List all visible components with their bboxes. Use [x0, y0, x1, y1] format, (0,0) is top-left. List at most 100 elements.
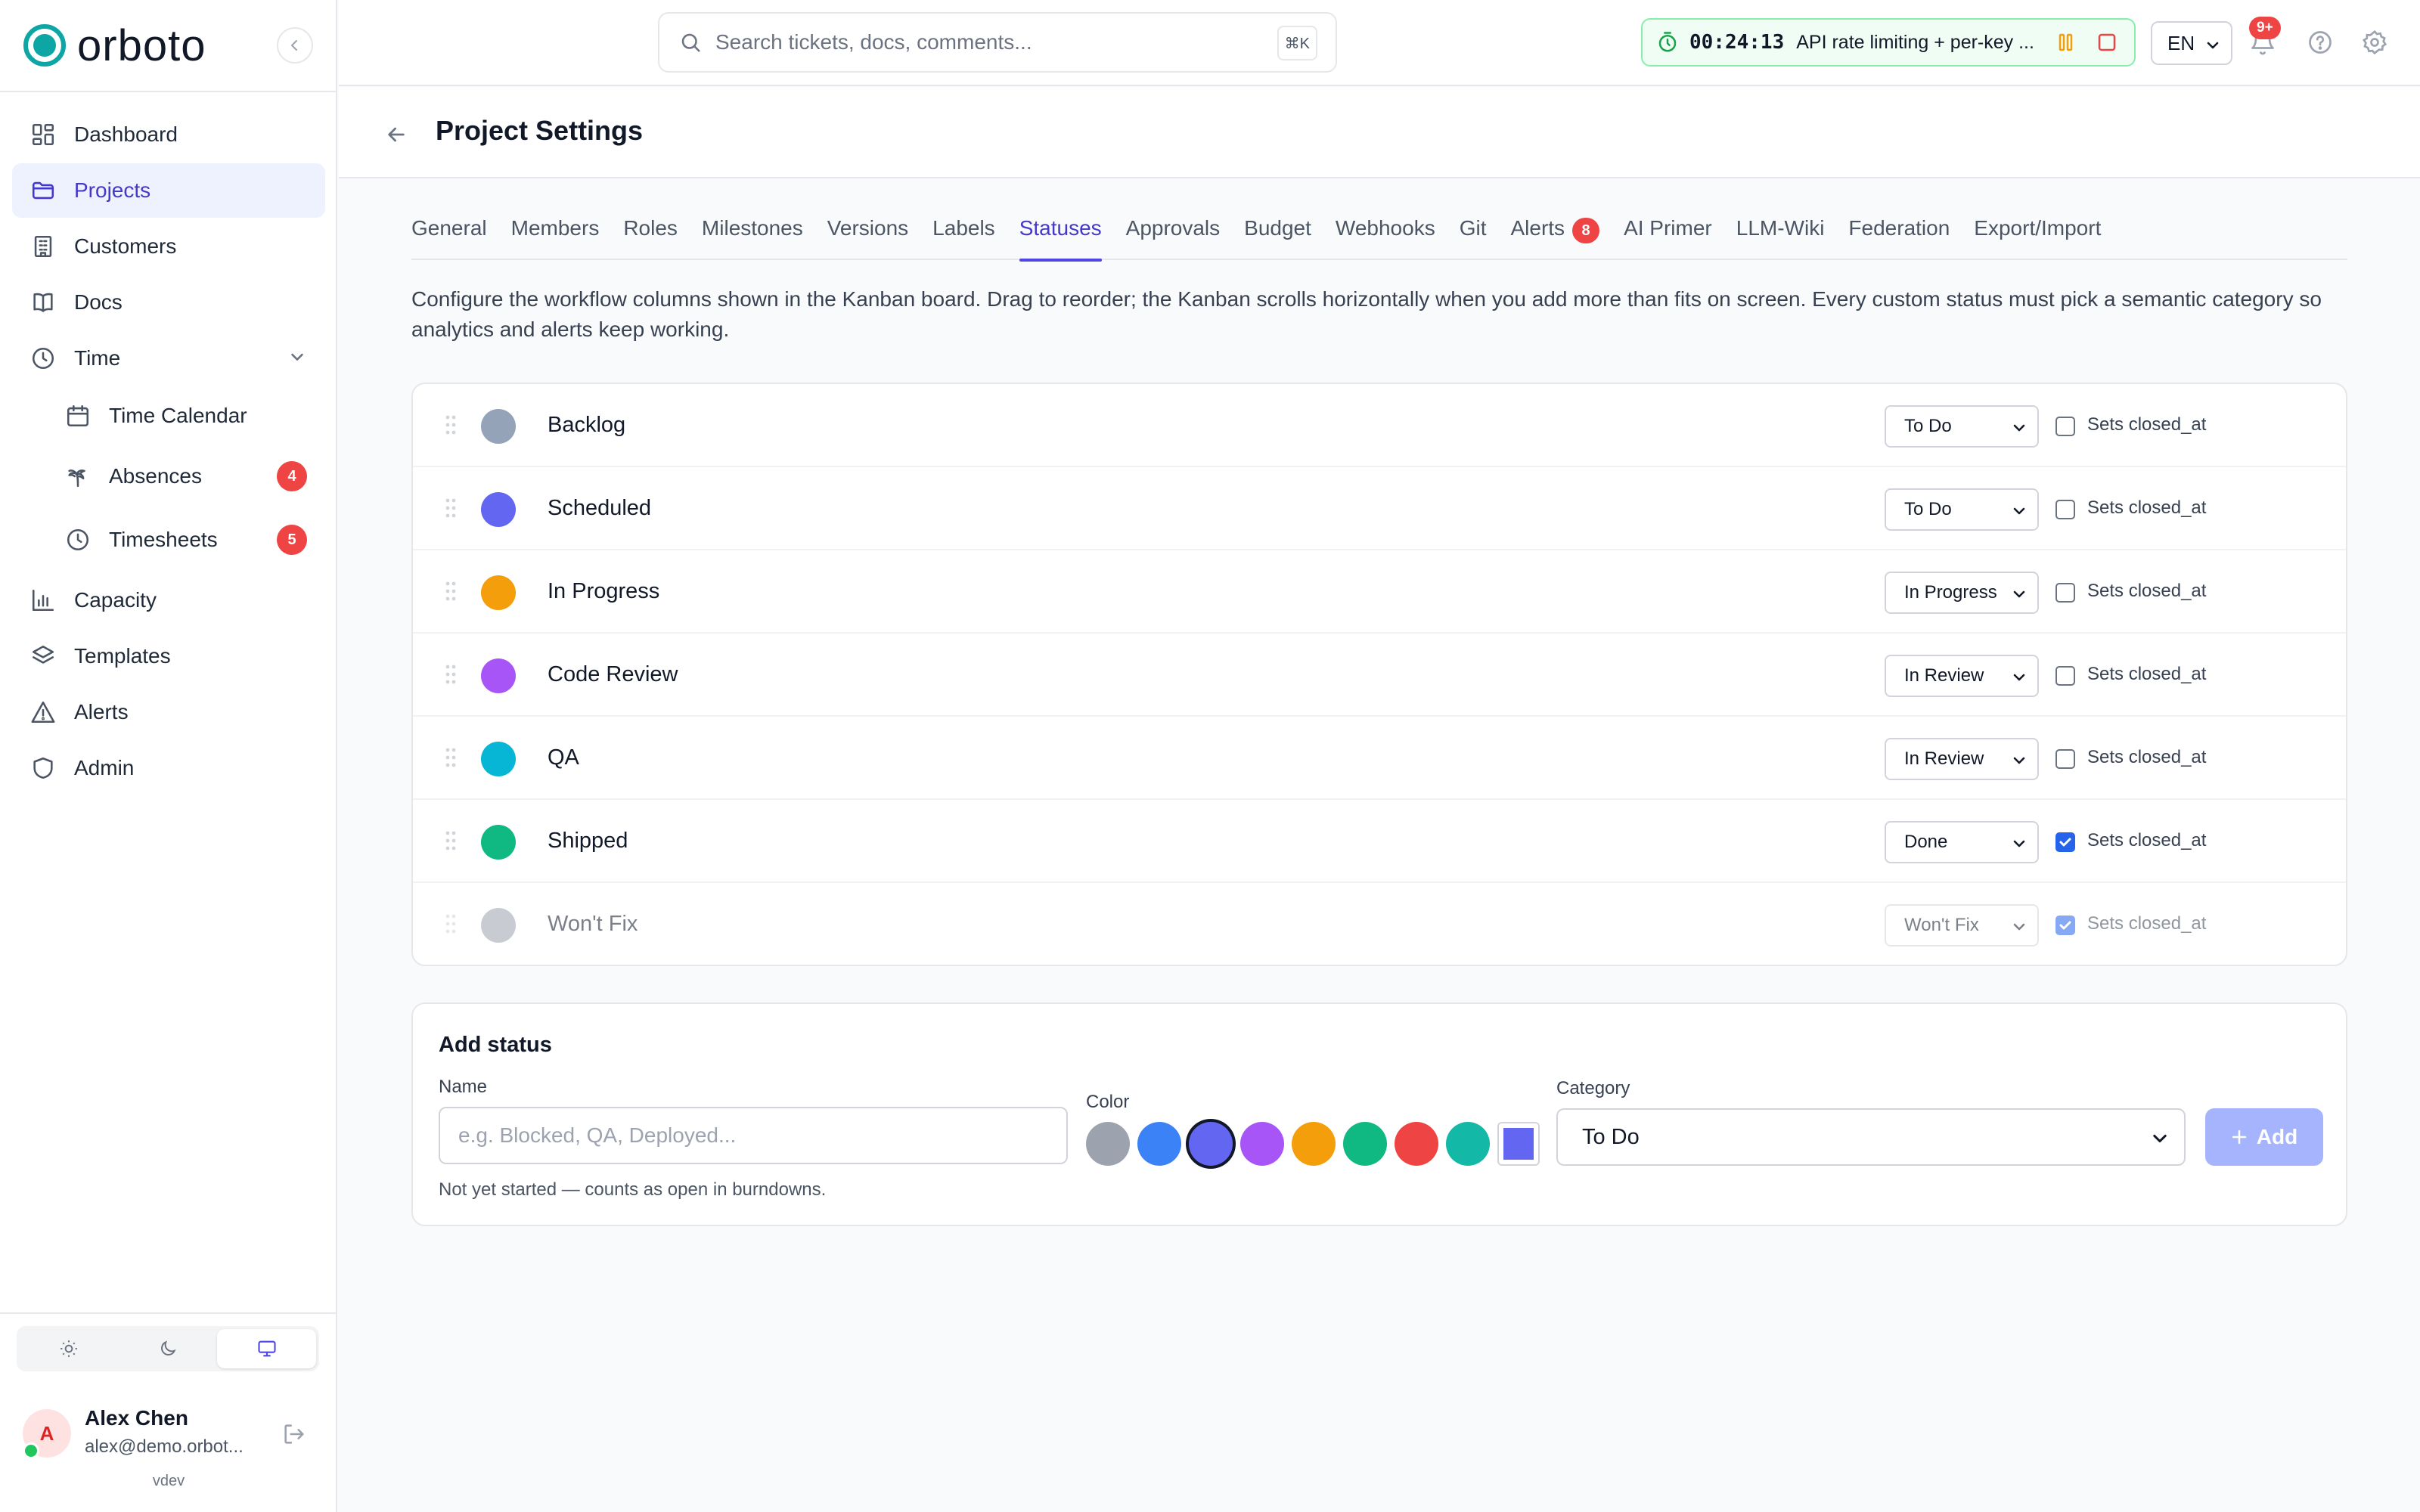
status-color-swatch[interactable]	[481, 409, 516, 444]
color-option[interactable]	[1086, 1122, 1130, 1166]
status-category-select[interactable]: In Progress	[1885, 572, 2039, 614]
sidebar-item-absences[interactable]: Absences 4	[48, 449, 325, 503]
status-name-input[interactable]	[439, 1107, 1068, 1164]
color-option[interactable]	[1395, 1122, 1438, 1166]
sidebar-item-dashboard[interactable]: Dashboard	[12, 107, 325, 162]
help-icon[interactable]	[2307, 29, 2334, 56]
theme-dark-option[interactable]	[119, 1329, 218, 1368]
drag-handle-icon[interactable]	[445, 497, 457, 519]
tab-statuses[interactable]: Statuses	[1019, 210, 1102, 262]
language-select[interactable]: EN	[2151, 21, 2232, 65]
color-option[interactable]	[1446, 1122, 1490, 1166]
color-option[interactable]	[1137, 1122, 1181, 1166]
status-row: In Progress In Progress Sets closed_at	[413, 550, 2346, 634]
sets-closed-at-checkbox[interactable]	[2055, 832, 2075, 852]
status-color-swatch[interactable]	[481, 492, 516, 527]
sidebar-item-customers[interactable]: Customers	[12, 219, 325, 274]
status-name[interactable]: Backlog	[548, 413, 625, 438]
status-name[interactable]: Scheduled	[548, 496, 651, 521]
status-name[interactable]: Code Review	[548, 662, 678, 687]
search-input[interactable]: Search tickets, docs, comments...	[715, 30, 1032, 54]
chevron-down-icon	[2013, 923, 2025, 931]
sidebar-item-projects[interactable]: Projects	[12, 163, 325, 218]
drag-handle-icon[interactable]	[445, 913, 457, 934]
status-name[interactable]: QA	[548, 745, 579, 770]
custom-color-preview	[1503, 1128, 1534, 1160]
sets-closed-at-checkbox[interactable]	[2055, 749, 2075, 769]
tab-roles[interactable]: Roles	[623, 210, 678, 260]
status-category-select[interactable]: Done	[1885, 821, 2039, 863]
sets-closed-at-checkbox[interactable]	[2055, 417, 2075, 436]
sets-closed-at-checkbox[interactable]	[2055, 916, 2075, 935]
page-header: Project Settings	[339, 88, 2420, 178]
theme-light-option[interactable]	[20, 1329, 119, 1368]
tab-export-import[interactable]: Export/Import	[1974, 210, 2101, 260]
tab-ai-primer[interactable]: AI Primer	[1624, 210, 1712, 260]
drag-handle-icon[interactable]	[445, 830, 457, 851]
sets-closed-at-checkbox[interactable]	[2055, 583, 2075, 603]
tab-label: Git	[1459, 216, 1487, 240]
status-color-swatch[interactable]	[481, 825, 516, 860]
back-arrow-icon[interactable]	[384, 122, 408, 147]
drag-handle-icon[interactable]	[445, 414, 457, 435]
status-category-select[interactable]: Won't Fix	[1885, 904, 2039, 947]
add-status-button[interactable]: Add	[2205, 1108, 2323, 1166]
sidebar-item-timesheets[interactable]: Timesheets 5	[48, 513, 325, 567]
status-name[interactable]: In Progress	[548, 579, 659, 604]
color-option[interactable]	[1292, 1122, 1336, 1166]
running-timer[interactable]: 00:24:13 API rate limiting + per-key ...	[1641, 18, 2136, 67]
drag-handle-icon[interactable]	[445, 747, 457, 768]
status-name[interactable]: Won't Fix	[548, 912, 638, 937]
tab-general[interactable]: General	[411, 210, 487, 260]
brand[interactable]: orboto	[23, 21, 206, 70]
stop-icon[interactable]	[2097, 33, 2117, 52]
status-category-select[interactable]: To Do	[1885, 488, 2039, 531]
sidebar-item-alerts[interactable]: Alerts	[12, 685, 325, 739]
sets-closed-at-checkbox[interactable]	[2055, 666, 2075, 686]
status-name[interactable]: Shipped	[548, 829, 628, 854]
sidebar-item-docs[interactable]: Docs	[12, 275, 325, 330]
status-color-swatch[interactable]	[481, 658, 516, 693]
color-option[interactable]	[1343, 1122, 1387, 1166]
tab-versions[interactable]: Versions	[827, 210, 908, 260]
tab-alerts[interactable]: Alerts 8	[1510, 210, 1600, 260]
drag-handle-icon[interactable]	[445, 581, 457, 602]
sidebar-item-time[interactable]: Time	[12, 331, 325, 386]
gear-icon[interactable]	[2361, 29, 2388, 56]
status-category-select[interactable]: To Do	[1885, 405, 2039, 448]
status-color-swatch[interactable]	[481, 908, 516, 943]
sets-closed-at-checkbox[interactable]	[2055, 500, 2075, 519]
tab-git[interactable]: Git	[1460, 210, 1487, 260]
tab-budget[interactable]: Budget	[1244, 210, 1311, 260]
status-category-select[interactable]: In Review	[1885, 655, 2039, 697]
sidebar-item-time-calendar[interactable]: Time Calendar	[48, 389, 325, 443]
status-category-select[interactable]: In Review	[1885, 738, 2039, 780]
user-profile: A Alex Chen alex@demo.orbot...	[23, 1405, 318, 1465]
color-option[interactable]	[1240, 1122, 1284, 1166]
tab-labels[interactable]: Labels	[932, 210, 995, 260]
sidebar-item-label: Admin	[74, 756, 135, 779]
color-option[interactable]	[1189, 1122, 1233, 1166]
sets-closed-at-label: Sets closed_at	[2087, 913, 2207, 934]
search-icon	[681, 33, 700, 52]
logout-button[interactable]	[281, 1421, 307, 1447]
custom-color-input[interactable]	[1497, 1122, 1540, 1166]
status-color-swatch[interactable]	[481, 742, 516, 776]
pause-icon[interactable]	[2058, 33, 2074, 52]
tab-approvals[interactable]: Approvals	[1126, 210, 1221, 260]
collapse-sidebar-button[interactable]	[277, 27, 313, 64]
category-select[interactable]: To Do	[1556, 1108, 2186, 1166]
tab-members[interactable]: Members	[511, 210, 600, 260]
tab-milestones[interactable]: Milestones	[702, 210, 803, 260]
tab-webhooks[interactable]: Webhooks	[1336, 210, 1435, 260]
category-value: To Do	[1582, 1124, 1640, 1149]
sidebar-item-capacity[interactable]: Capacity	[12, 573, 325, 627]
sidebar-item-templates[interactable]: Templates	[12, 629, 325, 683]
status-color-swatch[interactable]	[481, 575, 516, 610]
drag-handle-icon[interactable]	[445, 664, 457, 685]
tab-llm-wiki[interactable]: LLM-Wiki	[1736, 210, 1825, 260]
theme-system-option[interactable]	[217, 1329, 317, 1368]
global-search[interactable]: Search tickets, docs, comments... ⌘K	[658, 12, 1337, 73]
tab-federation[interactable]: Federation	[1848, 210, 1950, 260]
sidebar-item-admin[interactable]: Admin	[12, 741, 325, 795]
